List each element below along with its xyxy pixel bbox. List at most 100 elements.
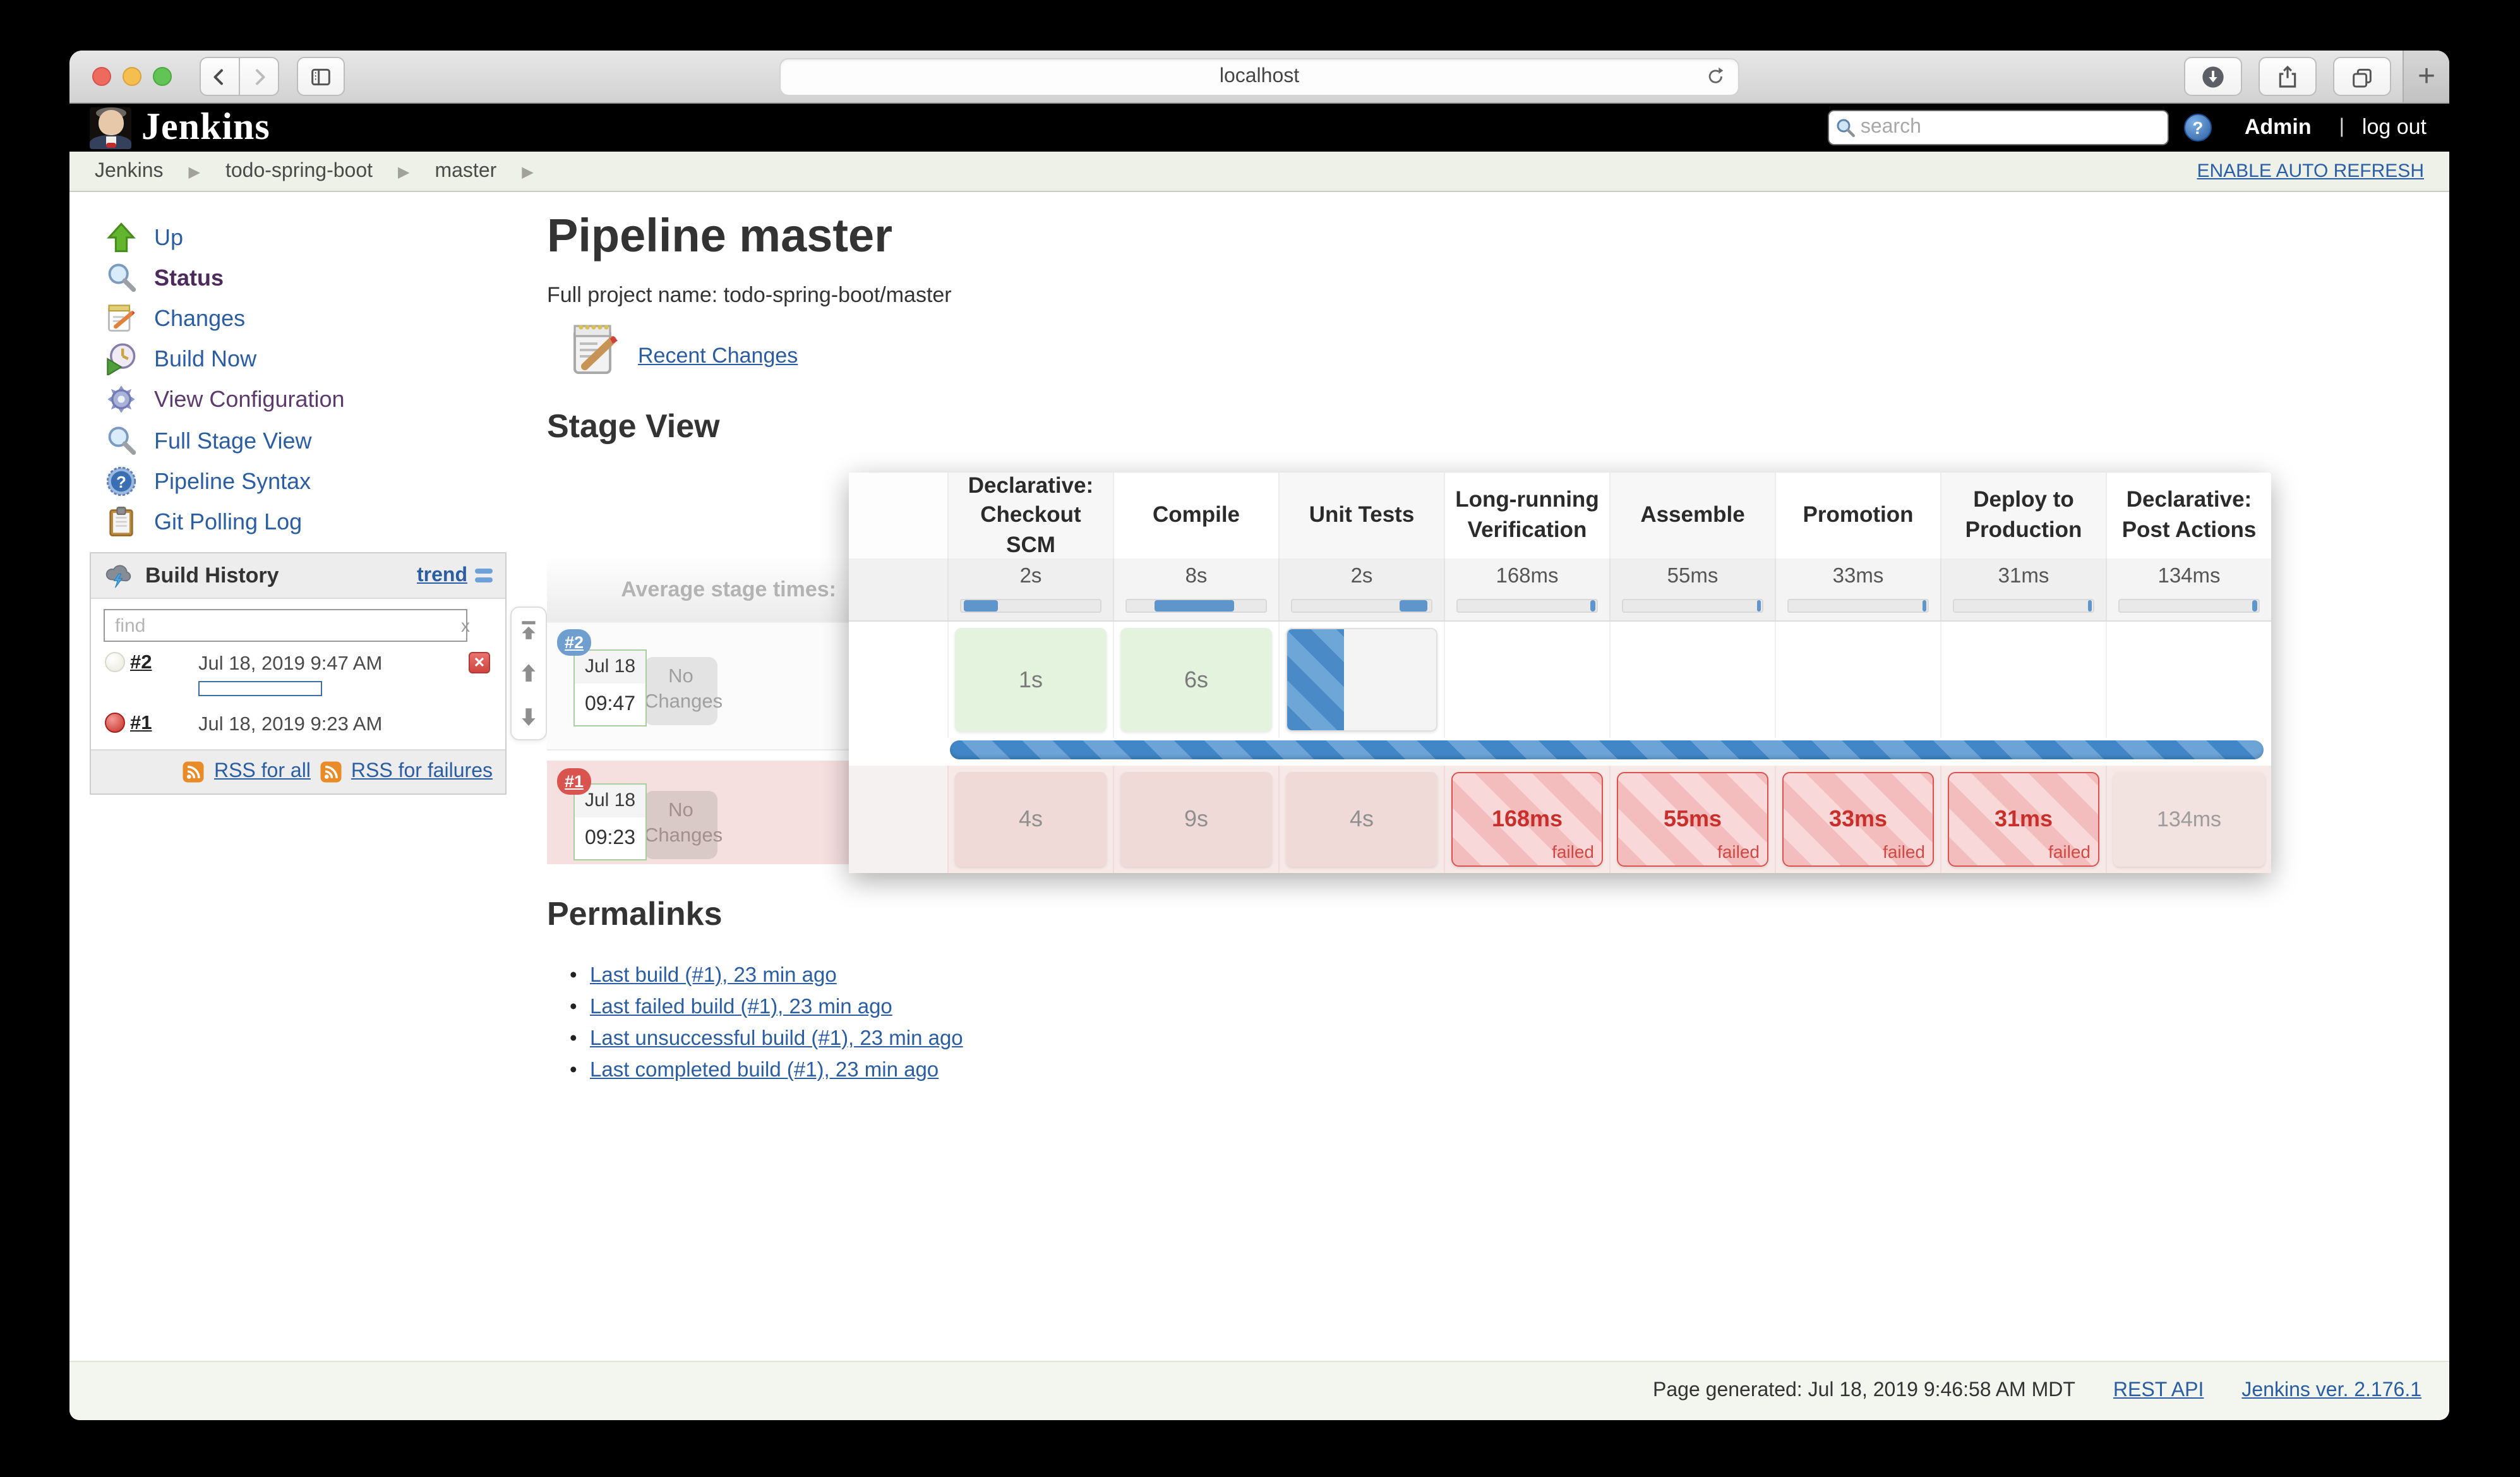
- search-input[interactable]: [1861, 116, 2168, 139]
- permalinks-title: Permalinks: [547, 895, 723, 934]
- magnifier-icon: [105, 262, 138, 294]
- build-1-date-cell[interactable]: Jul 18 09:23: [573, 783, 647, 860]
- sidebar-item-git-polling-log[interactable]: Git Polling Log: [105, 504, 302, 540]
- user-link[interactable]: Admin: [2245, 115, 2312, 140]
- stage-cell-failed-build[interactable]: 9s: [1120, 772, 1272, 867]
- search-box[interactable]: [1828, 110, 2169, 145]
- build-2-progress-bar[interactable]: [198, 681, 322, 696]
- stage-header: Unit Tests: [1278, 473, 1444, 558]
- abort-build-icon[interactable]: ✕: [469, 652, 490, 673]
- close-window-button[interactable]: [92, 67, 111, 86]
- breadcrumb-project[interactable]: todo-spring-boot: [225, 160, 373, 183]
- downloads-icon: [2200, 64, 2226, 89]
- sidebar-item-up[interactable]: Up: [105, 220, 183, 255]
- page-footer: Page generated: Jul 18, 2019 9:46:58 AM …: [69, 1361, 2449, 1420]
- back-icon: [208, 65, 231, 88]
- failed-label: failed: [1717, 841, 1760, 862]
- build-2-date: Jul 18, 2019 9:47 AM: [198, 653, 382, 676]
- sidebar-item-build-now[interactable]: Build Now: [105, 341, 256, 377]
- avg-time-cell: 55ms: [1609, 558, 1775, 620]
- stage-header: Declarative: Checkout SCM: [947, 473, 1113, 558]
- enable-auto-refresh-link[interactable]: ENABLE AUTO REFRESH: [2197, 160, 2424, 182]
- build-running-progress-bar: [950, 740, 2264, 759]
- build-history-title: Build History: [145, 563, 279, 588]
- logout-link[interactable]: log out: [2362, 115, 2427, 140]
- chevron-right-icon: ▶: [189, 162, 200, 180]
- permalink-last-completed[interactable]: Last completed build (#1), 23 min ago: [590, 1055, 963, 1087]
- stage-timeline-track: [960, 599, 1101, 613]
- build-2-link[interactable]: #2: [130, 652, 152, 675]
- svg-text:?: ?: [116, 473, 126, 491]
- question-badge-icon: ?: [105, 465, 138, 498]
- share-button[interactable]: [2259, 57, 2317, 96]
- stage-cell-failed[interactable]: 31msfailed: [1948, 772, 2099, 867]
- permalink-last-unsuccessful[interactable]: Last unsuccessful build (#1), 23 min ago: [590, 1023, 963, 1055]
- stage-cell-failed[interactable]: 168msfailed: [1451, 772, 1603, 867]
- browser-toolbar: localhost +: [69, 51, 2449, 104]
- avg-time-cell: 134ms: [2106, 558, 2271, 620]
- build-history-row-2[interactable]: #2 Jul 18, 2019 9:47 AM ✕: [91, 642, 505, 702]
- stage-cell-failed-build[interactable]: 4s: [1286, 772, 1437, 867]
- average-stage-times-row: Average stage times:: [547, 558, 849, 622]
- reload-icon[interactable]: [1705, 66, 1727, 87]
- build-1-badge[interactable]: #1: [557, 768, 591, 795]
- build-2-badge[interactable]: #2: [557, 629, 591, 656]
- build-history-header: Build History trend: [91, 553, 505, 599]
- stage-grid-panel: Declarative: Checkout SCM Compile Unit T…: [849, 473, 2271, 873]
- scroll-to-top-icon[interactable]: [518, 619, 539, 641]
- show-tabs-button[interactable]: [2333, 57, 2391, 96]
- build-1-link[interactable]: #1: [130, 713, 152, 735]
- build-in-progress-ball: [105, 652, 125, 672]
- permalink-last-failed[interactable]: Last failed build (#1), 23 min ago: [590, 992, 963, 1023]
- gear-icon: [105, 383, 138, 416]
- build-2-stage-row: 1s 6s: [849, 622, 2271, 738]
- recent-changes-link[interactable]: Recent Changes: [638, 344, 798, 369]
- build-2-date-cell[interactable]: Jul 18 09:47: [573, 649, 647, 726]
- sidebar-item-status[interactable]: Status: [105, 260, 224, 296]
- find-clear-icon[interactable]: x: [461, 615, 470, 636]
- scroll-up-icon[interactable]: [518, 663, 539, 684]
- stage-cell-success[interactable]: 1s: [955, 628, 1107, 732]
- stage-cell-failed[interactable]: 55msfailed: [1617, 772, 1768, 867]
- rss-for-failures-link[interactable]: RSS for failures: [351, 761, 493, 783]
- stage-timeline-track: [1787, 599, 1929, 613]
- stage-cell-running[interactable]: [1286, 628, 1437, 732]
- jenkins-version-link[interactable]: Jenkins ver. 2.176.1: [2241, 1380, 2421, 1402]
- sidebar-item-full-stage-view[interactable]: Full Stage View: [105, 423, 311, 459]
- search-help-icon[interactable]: ?: [2184, 114, 2212, 142]
- breadcrumb: Jenkins ▶ todo-spring-boot ▶ master ▶ EN…: [69, 152, 2449, 192]
- scroll-down-icon[interactable]: [518, 706, 539, 728]
- sidebar-toggle-button[interactable]: [297, 57, 345, 96]
- page-content: Up Status Changes Build Now View Configu…: [69, 192, 2449, 1361]
- jenkins-logo[interactable]: [90, 107, 131, 148]
- stage-cell-empty: [1940, 622, 2106, 738]
- downloads-button[interactable]: [2184, 57, 2242, 96]
- zoom-window-button[interactable]: [153, 67, 172, 86]
- build-history-row-1[interactable]: #1 Jul 18, 2019 9:23 AM: [91, 702, 505, 745]
- minimize-window-button[interactable]: [123, 67, 141, 86]
- breadcrumb-jenkins[interactable]: Jenkins: [95, 160, 164, 183]
- stage-header: Deploy to Production: [1940, 473, 2106, 558]
- rss-for-all-link[interactable]: RSS for all: [214, 761, 311, 783]
- jenkins-brand[interactable]: Jenkins: [141, 106, 270, 149]
- stage-cell-skipped[interactable]: 134ms: [2113, 772, 2265, 867]
- breadcrumb-branch[interactable]: master: [435, 160, 496, 183]
- trend-link[interactable]: trend: [417, 564, 493, 587]
- stage-cell-failed-build[interactable]: 4s: [955, 772, 1107, 867]
- permalink-last-build[interactable]: Last build (#1), 23 min ago: [590, 960, 963, 992]
- sidebar-item-view-configuration[interactable]: View Configuration: [105, 382, 345, 417]
- avg-time-cell: 31ms: [1940, 558, 2106, 620]
- back-button[interactable]: [200, 57, 240, 96]
- build-history-footer: RSS for all RSS for failures: [91, 749, 505, 793]
- avg-time-cell: 8s: [1113, 558, 1278, 620]
- find-input[interactable]: [104, 609, 467, 642]
- new-tab-button[interactable]: +: [2403, 51, 2449, 102]
- stage-cell-failed[interactable]: 33msfailed: [1782, 772, 1934, 867]
- forward-button[interactable]: [240, 57, 279, 96]
- sidebar-item-pipeline-syntax[interactable]: ? Pipeline Syntax: [105, 464, 311, 499]
- stage-cell-success[interactable]: 6s: [1120, 628, 1272, 732]
- sidebar-item-changes[interactable]: Changes: [105, 301, 245, 336]
- address-bar[interactable]: localhost: [779, 58, 1739, 96]
- rest-api-link[interactable]: REST API: [2113, 1380, 2204, 1402]
- magnifier-icon: [105, 425, 138, 457]
